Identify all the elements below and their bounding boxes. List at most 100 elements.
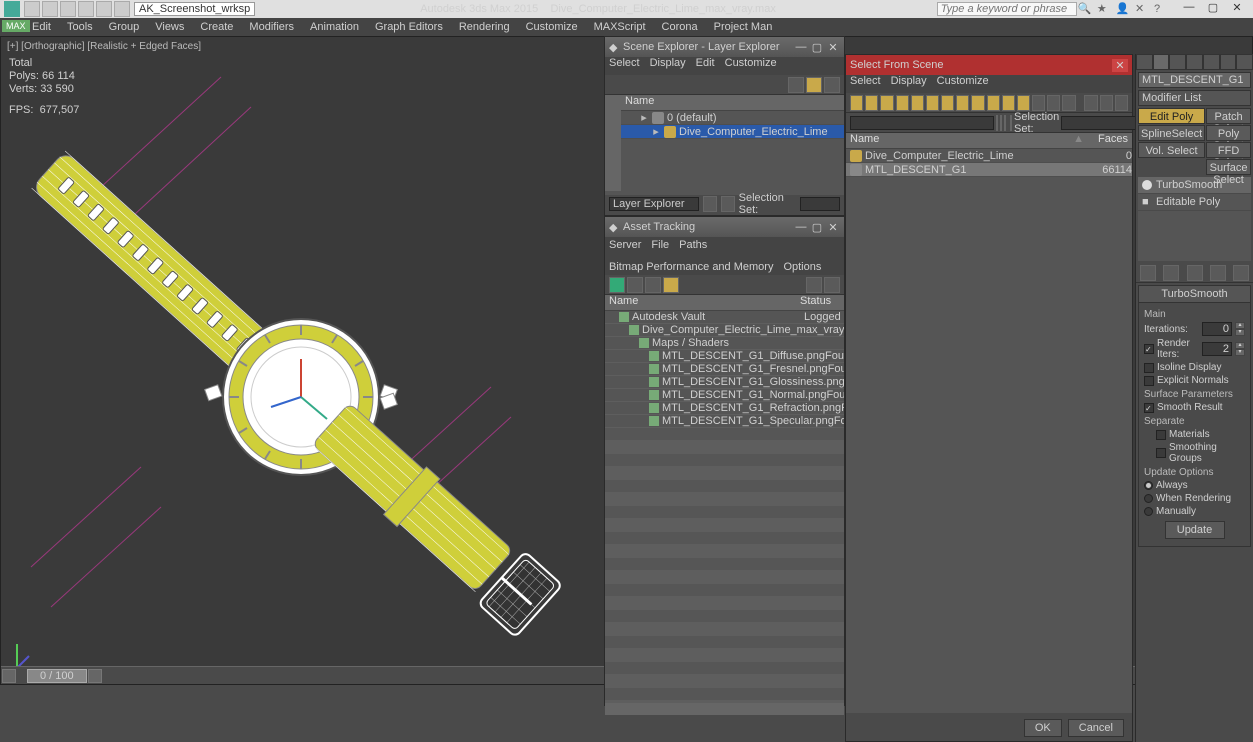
menu-rendering[interactable]: Rendering bbox=[451, 19, 518, 35]
sfs-search-input[interactable] bbox=[850, 116, 994, 130]
at-t4-icon[interactable] bbox=[663, 277, 679, 293]
subobj-ffdselect[interactable]: FFD Select bbox=[1206, 142, 1251, 158]
scene-explorer-titlebar[interactable]: ◆ Scene Explorer - Layer Explorer —▢✕ bbox=[605, 37, 844, 57]
sfs-f3-icon[interactable] bbox=[880, 95, 893, 111]
menu-customize[interactable]: Customize bbox=[518, 19, 586, 35]
manually-radio[interactable] bbox=[1144, 507, 1153, 516]
se-row-dive[interactable]: ▸ Dive_Computer_Electric_Lime bbox=[621, 125, 844, 139]
sfs-f13-icon[interactable] bbox=[1032, 95, 1045, 111]
se-tree[interactable]: Name ▸ 0 (default) ▸ Dive_Computer_Elect… bbox=[621, 95, 844, 195]
render-iters-spinner[interactable]: 2 bbox=[1202, 342, 1232, 356]
sfs-row-0[interactable]: Dive_Computer_Electric_Lime 0 bbox=[846, 149, 1132, 163]
sfs-f14-icon[interactable] bbox=[1047, 95, 1060, 111]
st-unique-icon[interactable] bbox=[1187, 265, 1203, 281]
sfs-menu-display[interactable]: Display bbox=[891, 75, 927, 93]
cmd-tab-extra-icon[interactable] bbox=[1236, 54, 1253, 70]
rollout-header[interactable]: TurboSmooth bbox=[1139, 286, 1250, 303]
max-badge[interactable]: MAX bbox=[2, 20, 30, 32]
sfs-f10-icon[interactable] bbox=[987, 95, 1000, 111]
update-button[interactable]: Update bbox=[1165, 521, 1225, 539]
bulb-icon[interactable] bbox=[1142, 180, 1152, 190]
sfs-t4-icon[interactable] bbox=[1010, 115, 1012, 131]
asset-row[interactable]: Dive_Computer_Electric_Lime_max_vray.max… bbox=[605, 324, 844, 337]
subobj-splineselect[interactable]: SplineSelect bbox=[1138, 125, 1205, 141]
iterations-spinner[interactable]: 0 bbox=[1202, 322, 1232, 336]
st-pin-icon[interactable] bbox=[1140, 265, 1156, 281]
sfs-menu-customize[interactable]: Customize bbox=[937, 75, 989, 93]
cmd-tab-hierarchy-icon[interactable] bbox=[1169, 54, 1186, 70]
asset-tracking-titlebar[interactable]: ◆ Asset Tracking —▢✕ bbox=[605, 217, 844, 237]
sfs-f9-icon[interactable] bbox=[971, 95, 984, 111]
spin-down-icon[interactable]: ▾ bbox=[1235, 349, 1245, 356]
at-max-icon[interactable]: ▢ bbox=[810, 221, 824, 234]
sfs-tree[interactable]: Name ▲ Faces Dive_Computer_Electric_Lime… bbox=[846, 133, 1132, 713]
asset-row[interactable]: MTL_DESCENT_G1_Diffuse.pngFound bbox=[605, 350, 844, 363]
subobj-surfaceselect[interactable]: Surface Select bbox=[1206, 159, 1251, 175]
help-icon[interactable]: ? bbox=[1154, 3, 1168, 17]
at-min-icon[interactable]: — bbox=[794, 221, 808, 234]
at-t2-icon[interactable] bbox=[627, 277, 643, 293]
sfs-row-1[interactable]: MTL_DESCENT_G1 66114 bbox=[846, 163, 1132, 177]
qa-redo-icon[interactable] bbox=[96, 1, 112, 17]
spin-up-icon[interactable]: ▴ bbox=[1235, 322, 1245, 329]
menu-modifiers[interactable]: Modifiers bbox=[241, 19, 302, 35]
se-mode-dropdown[interactable] bbox=[609, 197, 699, 211]
sfs-f5-icon[interactable] bbox=[911, 95, 924, 111]
qa-save-icon[interactable] bbox=[60, 1, 76, 17]
at-menu-paths[interactable]: Paths bbox=[679, 239, 707, 251]
asset-row[interactable]: MTL_DESCENT_G1_Specular.pngFound bbox=[605, 415, 844, 428]
asset-row[interactable]: MTL_DESCENT_G1_Fresnel.pngFound bbox=[605, 363, 844, 376]
se-menu-select[interactable]: Select bbox=[609, 57, 640, 75]
stack-editablepoly[interactable]: ■ Editable Poly bbox=[1138, 194, 1251, 211]
spin-down-icon[interactable]: ▾ bbox=[1235, 329, 1245, 336]
menu-tools[interactable]: Tools bbox=[59, 19, 101, 35]
at-tree-header[interactable]: Name Status bbox=[605, 295, 844, 311]
smooth-result-check[interactable] bbox=[1144, 403, 1154, 413]
workspace-dropdown[interactable]: AK_Screenshot_wrksp bbox=[134, 2, 255, 16]
object-name-field[interactable]: MTL_DESCENT_G1 bbox=[1138, 72, 1251, 88]
asset-row[interactable]: MTL_DESCENT_G1_Glossiness.pngFound bbox=[605, 376, 844, 389]
infocenter-icon[interactable]: 🔍 bbox=[1078, 2, 1092, 16]
menu-group[interactable]: Group bbox=[101, 19, 148, 35]
se-foot-2-icon[interactable] bbox=[721, 196, 735, 212]
cmd-tab-create-icon[interactable] bbox=[1136, 54, 1153, 70]
at-close-icon[interactable]: ✕ bbox=[826, 221, 840, 234]
sfs-titlebar[interactable]: Select From Scene ✕ bbox=[846, 55, 1132, 75]
render-iters-check[interactable] bbox=[1144, 344, 1154, 354]
qa-link-icon[interactable] bbox=[114, 1, 130, 17]
menu-projectman[interactable]: Project Man bbox=[706, 19, 781, 35]
star-icon[interactable]: ★ bbox=[1097, 2, 1111, 16]
time-handle[interactable]: 0 / 100 bbox=[27, 669, 87, 683]
sfs-t3-icon[interactable] bbox=[1004, 115, 1006, 131]
se-filter-4-icon[interactable] bbox=[605, 143, 621, 159]
sfs-menu-select[interactable]: Select bbox=[850, 75, 881, 93]
at-menu-server[interactable]: Server bbox=[609, 239, 641, 251]
sfs-f16-icon[interactable] bbox=[1084, 95, 1097, 111]
sfs-f6-icon[interactable] bbox=[926, 95, 939, 111]
close-button[interactable]: ✕ bbox=[1225, 1, 1249, 17]
se-filter-3-icon[interactable] bbox=[605, 127, 621, 143]
cmd-tab-utilities-icon[interactable] bbox=[1220, 54, 1237, 70]
help-search-input[interactable] bbox=[937, 2, 1077, 16]
signin-icon[interactable]: 👤 bbox=[1116, 2, 1130, 16]
modifier-stack[interactable]: TurboSmooth ■ Editable Poly bbox=[1138, 177, 1251, 261]
sfs-f7-icon[interactable] bbox=[941, 95, 954, 111]
sfs-f1-icon[interactable] bbox=[850, 95, 863, 111]
spin-up-icon[interactable]: ▴ bbox=[1235, 342, 1245, 349]
se-filter-5-icon[interactable] bbox=[605, 159, 621, 175]
subobj-patchselect[interactable]: Patch Select bbox=[1206, 108, 1251, 124]
se-tool-pick-icon[interactable] bbox=[824, 77, 840, 93]
st-remove-icon[interactable] bbox=[1210, 265, 1226, 281]
always-radio[interactable] bbox=[1144, 481, 1153, 490]
menu-maxscript[interactable]: MAXScript bbox=[586, 19, 654, 35]
sfs-f17-icon[interactable] bbox=[1100, 95, 1113, 111]
materials-check[interactable] bbox=[1156, 430, 1166, 440]
se-filter-6-icon[interactable] bbox=[605, 175, 621, 191]
sfs-f12-icon[interactable] bbox=[1017, 95, 1030, 111]
se-selset-input[interactable] bbox=[800, 197, 840, 211]
st-show-icon[interactable] bbox=[1163, 265, 1179, 281]
se-filter-2-icon[interactable] bbox=[605, 111, 621, 127]
explicit-check[interactable] bbox=[1144, 376, 1154, 386]
at-help-icon[interactable] bbox=[824, 277, 840, 293]
qa-undo-icon[interactable] bbox=[78, 1, 94, 17]
